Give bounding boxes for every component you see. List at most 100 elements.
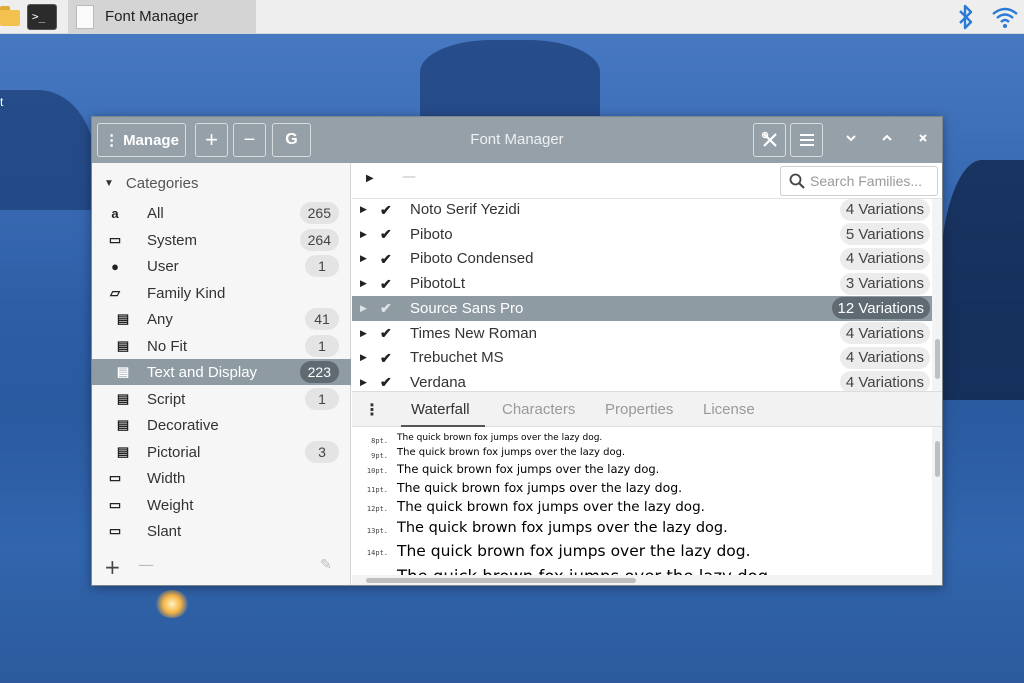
add-collection-button[interactable]: + [104, 555, 121, 579]
tab-license[interactable]: License [703, 401, 755, 418]
file-manager-icon[interactable] [0, 4, 20, 30]
expand-arrow-icon[interactable]: ▶ [360, 303, 367, 314]
minimize-button[interactable] [840, 129, 862, 151]
enabled-checkbox[interactable]: ✔ [380, 252, 394, 266]
taskbar-window-font-manager[interactable]: Font Manager [68, 0, 256, 34]
count-badge: 1 [305, 335, 339, 357]
scrollbar-thumb[interactable] [935, 441, 940, 477]
font-family-row[interactable]: ▶ ✔ Source Sans Pro 12 Variations [352, 295, 932, 321]
preferences-button[interactable] [753, 123, 786, 157]
count-badge: 1 [305, 255, 339, 277]
expand-arrow-icon[interactable]: ▶ [360, 229, 367, 240]
maximize-button[interactable] [876, 129, 898, 151]
sidebar-item-weight[interactable]: ▭ Weight [92, 492, 351, 518]
enabled-checkbox[interactable]: ✔ [380, 203, 394, 217]
sidebar-item-no-fit[interactable]: ▤ No Fit 1 [92, 333, 351, 359]
tab-characters[interactable]: Characters [502, 401, 575, 418]
file-icon: ▤ [116, 364, 130, 379]
preview-vertical-scrollbar[interactable] [932, 427, 942, 585]
taskbar-window-title: Font Manager [105, 8, 199, 25]
sidebar-item-label: Width [147, 469, 186, 487]
font-family-row[interactable]: ▶ ✔ Verdana 4 Variations [352, 370, 932, 391]
sidebar-item-all[interactable]: a All 265 [92, 200, 351, 226]
add-button[interactable]: + [195, 123, 228, 157]
font-family-row[interactable]: ▶ ✔ PibotoLt 3 Variations [352, 271, 932, 296]
sidebar-item-label: Weight [147, 496, 194, 514]
enabled-checkbox[interactable]: ✔ [380, 301, 394, 315]
remove-collection-button[interactable]: — [138, 555, 154, 574]
waterfall-sample-text: The quick brown fox jumps over the lazy … [397, 447, 626, 458]
font-family-name: Piboto [410, 225, 453, 243]
search-field[interactable] [780, 166, 938, 196]
variations-badge: 4 Variations [839, 199, 930, 221]
fontlist-scrollbar[interactable] [932, 199, 942, 391]
sidebar-item-label: Any [147, 310, 173, 328]
sidebar-footer: + — ✎ [92, 551, 351, 585]
scrollbar-thumb[interactable] [935, 339, 940, 379]
sidebar-item-label: Family Kind [147, 284, 226, 302]
pencil-icon[interactable]: ✎ [320, 557, 332, 573]
collapse-all-button[interactable]: — [402, 169, 416, 185]
font-family-row[interactable]: ▶ ✔ Trebuchet MS 4 Variations [352, 345, 932, 370]
font-family-list: ▶ ✔ Noto Serif Yezidi 4 Variations ▶ ✔ Piboto 5… [352, 199, 942, 391]
chevron-up-icon [882, 134, 892, 141]
search-icon [789, 173, 805, 189]
tab-properties[interactable]: Properties [605, 401, 673, 418]
close-button[interactable] [912, 129, 934, 151]
desktop-icon-label[interactable]: t [0, 95, 3, 109]
hamburger-icon [799, 134, 814, 146]
terminal-icon[interactable]: >_ [27, 4, 57, 30]
variations-badge: 5 Variations [839, 223, 930, 246]
sidebar-item-user[interactable]: ● User 1 [92, 253, 351, 279]
sidebar-item-text-and-display[interactable]: ▤ Text and Display 223 [92, 359, 351, 385]
manage-menu-button[interactable]: ⋮ Manage [97, 123, 186, 157]
wifi-icon[interactable] [991, 5, 1019, 29]
google-fonts-button[interactable]: G [272, 123, 311, 157]
sidebar-item-script[interactable]: ▤ Script 1 [92, 386, 351, 412]
remove-button[interactable]: − [233, 123, 266, 157]
tools-icon [761, 131, 777, 147]
waterfall-size-label: 13pt. [366, 526, 388, 535]
enabled-checkbox[interactable]: ✔ [380, 351, 394, 365]
category-sidebar: ▼ Categories a All 265 ▭ System 264 ● User 1 ▱ Fam… [92, 163, 351, 585]
sidebar-item-width[interactable]: ▭ Width [92, 465, 351, 491]
expand-arrow-icon[interactable]: ▶ [360, 204, 367, 215]
waterfall-sample-text: The quick brown fox jumps over the lazy … [397, 520, 728, 536]
preview-menu-button[interactable]: ⋮ [364, 400, 380, 419]
main-menu-button[interactable] [790, 123, 823, 157]
font-family-row[interactable]: ▶ ✔ Noto Serif Yezidi 4 Variations [352, 199, 932, 222]
enabled-checkbox[interactable]: ✔ [380, 326, 394, 340]
waterfall-sample-text: The quick brown fox jumps over the lazy … [397, 542, 751, 560]
expand-arrow-icon[interactable]: ▶ [360, 352, 367, 363]
sidebar-item-system[interactable]: ▭ System 264 [92, 227, 351, 253]
scrollbar-thumb[interactable] [366, 578, 636, 583]
expand-arrow-icon[interactable]: ▶ [360, 328, 367, 339]
waterfall-size-label: 10pt. [366, 467, 388, 476]
enabled-checkbox[interactable]: ✔ [380, 277, 394, 291]
enabled-checkbox[interactable]: ✔ [380, 375, 394, 389]
font-family-row[interactable]: ▶ ✔ Times New Roman 4 Variations [352, 321, 932, 346]
count-badge: 264 [299, 229, 339, 251]
folder-icon: ▭ [108, 523, 122, 538]
categories-header[interactable]: ▼ Categories [104, 171, 198, 195]
waterfall-size-label: 12pt. [366, 505, 388, 514]
sidebar-item-decorative[interactable]: ▤ Decorative [92, 412, 351, 438]
sidebar-item-pictorial[interactable]: ▤ Pictorial 3 [92, 439, 351, 465]
search-input[interactable] [810, 173, 935, 189]
count-badge: 265 [299, 202, 339, 224]
sidebar-item-family-kind[interactable]: ▱ Family Kind [92, 280, 351, 306]
sidebar-item-any[interactable]: ▤ Any 41 [92, 306, 351, 332]
sidebar-item-label: Pictorial [147, 443, 201, 461]
file-icon: ▤ [116, 338, 130, 353]
expand-arrow-icon[interactable]: ▶ [360, 253, 367, 264]
expand-arrow-icon[interactable]: ▶ [360, 377, 367, 388]
font-family-row[interactable]: ▶ ✔ Piboto 5 Variations [352, 222, 932, 247]
expand-all-button[interactable]: ▶ [366, 173, 374, 184]
enabled-checkbox[interactable]: ✔ [380, 227, 394, 241]
sidebar-item-slant[interactable]: ▭ Slant [92, 518, 351, 544]
expand-arrow-icon[interactable]: ▶ [360, 278, 367, 289]
tab-waterfall[interactable]: Waterfall [411, 401, 470, 418]
bluetooth-icon[interactable] [957, 4, 975, 30]
font-family-row[interactable]: ▶ ✔ Piboto Condensed 4 Variations [352, 246, 932, 271]
preview-horizontal-scrollbar[interactable] [352, 575, 932, 585]
